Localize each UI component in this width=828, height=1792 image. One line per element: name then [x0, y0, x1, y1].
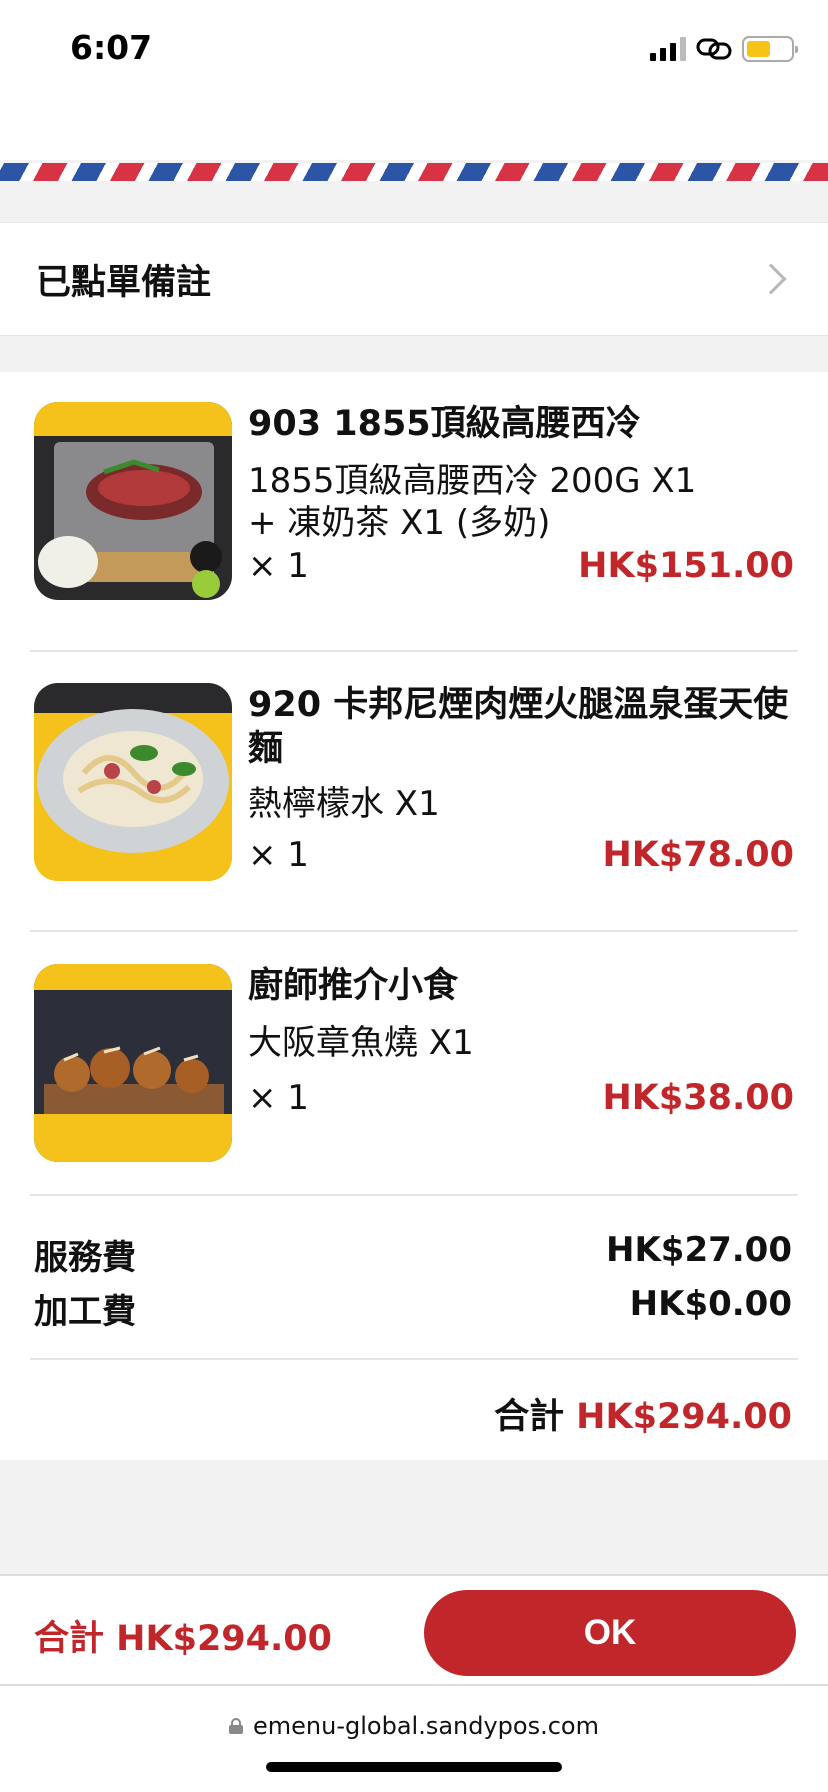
status-bar: 6:07 — [0, 0, 828, 90]
order-total-label: 合計 — [494, 1397, 565, 1437]
item-quantity: × 1 — [248, 1078, 309, 1118]
signal-icon — [650, 37, 686, 61]
bottom-total: 合計 HK$294.00 — [34, 1619, 333, 1659]
item-divider — [30, 650, 798, 652]
processing-fee-label: 加工費 — [34, 1292, 136, 1332]
item-image — [34, 964, 232, 1162]
order-remarks-row[interactable]: 已點單備註 — [0, 222, 828, 336]
browser-url-bar[interactable]: emenu-global.sandypos.com — [0, 1686, 828, 1792]
item-name: 920 卡邦尼煙肉煙火腿溫泉蛋天使麵 — [248, 685, 789, 769]
chevron-right-icon — [755, 263, 787, 295]
item-image — [34, 402, 232, 600]
item-divider — [30, 1358, 798, 1360]
status-icons — [650, 32, 798, 66]
url-display[interactable]: emenu-global.sandypos.com — [0, 1712, 828, 1740]
list-item: 920 卡邦尼煙肉煙火腿溫泉蛋天使麵 熱檸檬水 X1 × 1 HK$78.00 — [30, 683, 798, 883]
home-indicator[interactable] — [266, 1762, 562, 1772]
list-item: 廚師推介小食 大阪章魚燒 X1 × 1 HK$38.00 — [30, 964, 798, 1164]
section-gap — [0, 181, 828, 221]
list-item: 903 1855頂級高腰西冷 1855頂級高腰西冷 200G X1 + 凍奶茶 … — [30, 402, 798, 602]
bottom-action-bar: 合計 HK$294.00 OK — [0, 1574, 828, 1686]
url-text: emenu-global.sandypos.com — [253, 1712, 599, 1740]
service-fee-label: 服務費 — [34, 1238, 136, 1278]
battery-icon — [742, 36, 798, 62]
processing-fee-value: HK$0.00 — [629, 1284, 792, 1324]
item-quantity: × 1 — [248, 546, 309, 586]
order-total-value: HK$294.00 — [576, 1397, 792, 1437]
item-price: HK$151.00 — [578, 546, 794, 586]
scrolled-header-remnant — [0, 90, 828, 160]
item-image — [34, 683, 232, 881]
service-fee-value: HK$27.00 — [605, 1230, 792, 1270]
item-price: HK$38.00 — [602, 1078, 794, 1118]
status-time: 6:07 — [70, 28, 153, 67]
order-total-row: 合計 HK$294.00 — [494, 1388, 792, 1439]
lock-icon — [229, 1718, 243, 1734]
item-divider — [30, 1194, 798, 1196]
service-fee-row: 服務費 HK$27.00 — [34, 1230, 792, 1279]
item-name: 903 1855頂級高腰西冷 — [248, 404, 641, 444]
link-icon — [696, 38, 732, 60]
item-price: HK$78.00 — [602, 835, 794, 875]
processing-fee-row: 加工費 HK$0.00 — [34, 1284, 792, 1333]
item-quantity: × 1 — [248, 835, 309, 875]
order-remarks-label: 已點單備註 — [36, 262, 212, 303]
item-description: 大阪章魚燒 X1 — [248, 1023, 474, 1063]
item-divider — [30, 930, 798, 932]
airmail-stripe-divider — [0, 163, 828, 181]
item-description: 熱檸檬水 X1 — [248, 784, 440, 824]
item-description: 1855頂級高腰西冷 200G X1 + 凍奶茶 X1 (多奶) — [248, 461, 697, 543]
order-summary-card: 903 1855頂級高腰西冷 1855頂級高腰西冷 200G X1 + 凍奶茶 … — [0, 372, 828, 1460]
item-name: 廚師推介小食 — [248, 966, 459, 1006]
ok-button[interactable]: OK — [424, 1590, 796, 1676]
